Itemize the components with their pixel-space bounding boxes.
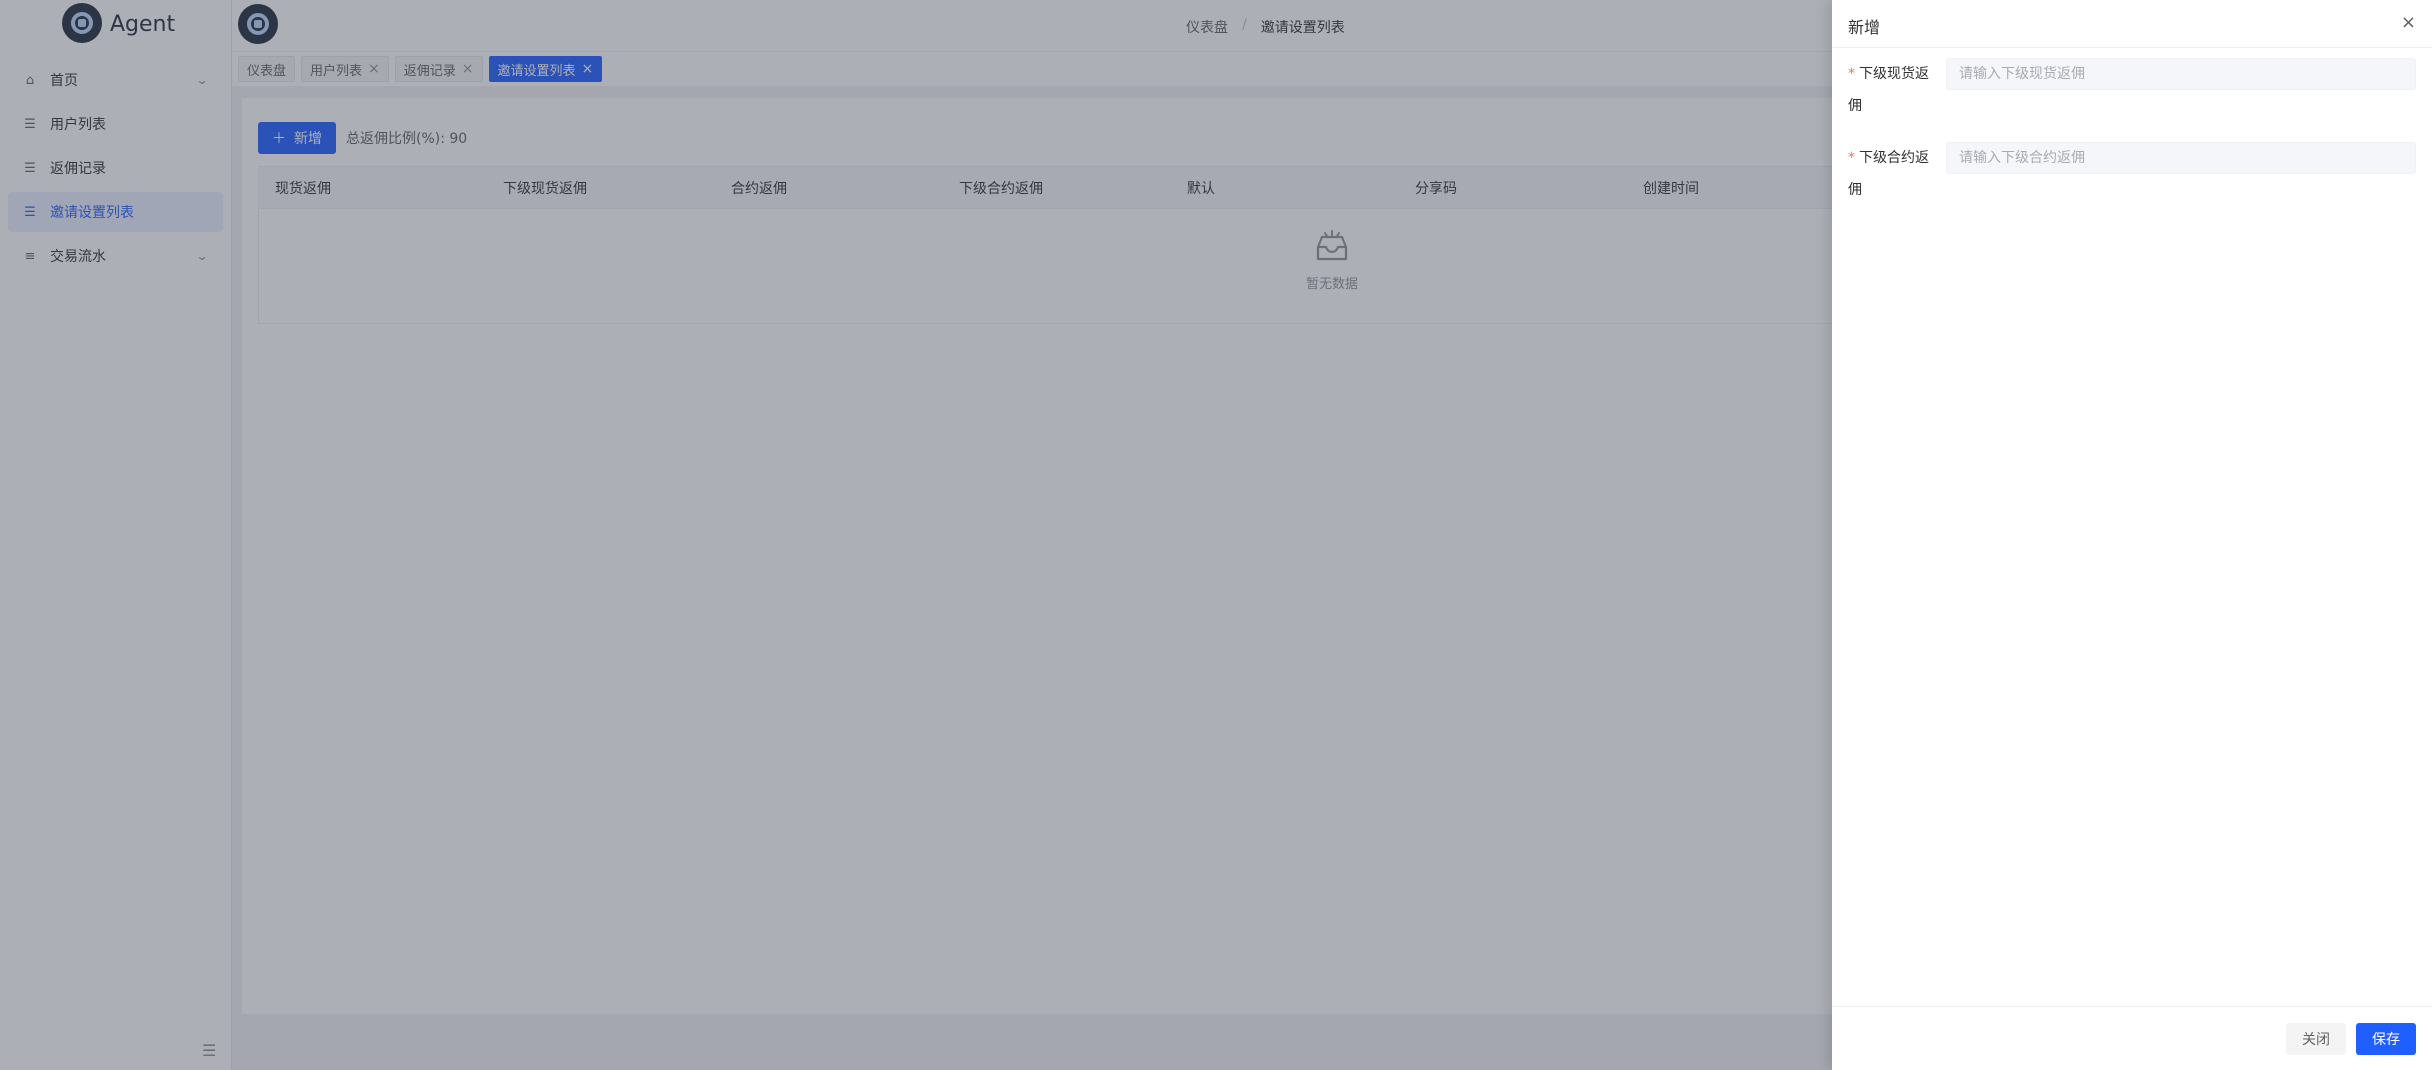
required-marker: * (1848, 66, 1855, 82)
drawer-footer: 关闭 保存 (1832, 1006, 2432, 1070)
close-icon[interactable]: × (2401, 12, 2416, 33)
close-button[interactable]: 关闭 (2286, 1023, 2346, 1055)
required-marker: * (1848, 150, 1855, 166)
sub-spot-rebate-input[interactable] (1946, 58, 2416, 90)
field-label-text: 下级现货返佣 (1848, 66, 1929, 114)
field-label: * 下级合约返佣 (1848, 142, 1940, 206)
drawer-title: 新增 (1848, 18, 1881, 37)
sub-contract-rebate-input[interactable] (1946, 142, 2416, 174)
field-label: * 下级现货返佣 (1848, 58, 1940, 122)
field-label-text: 下级合约返佣 (1848, 150, 1929, 198)
drawer-header: 新增 × (1832, 0, 2432, 48)
add-drawer: 新增 × *下级现货返佣 *下级合约返佣 关闭 保存 (1832, 0, 2432, 1070)
save-button[interactable]: 保存 (2356, 1023, 2416, 1055)
